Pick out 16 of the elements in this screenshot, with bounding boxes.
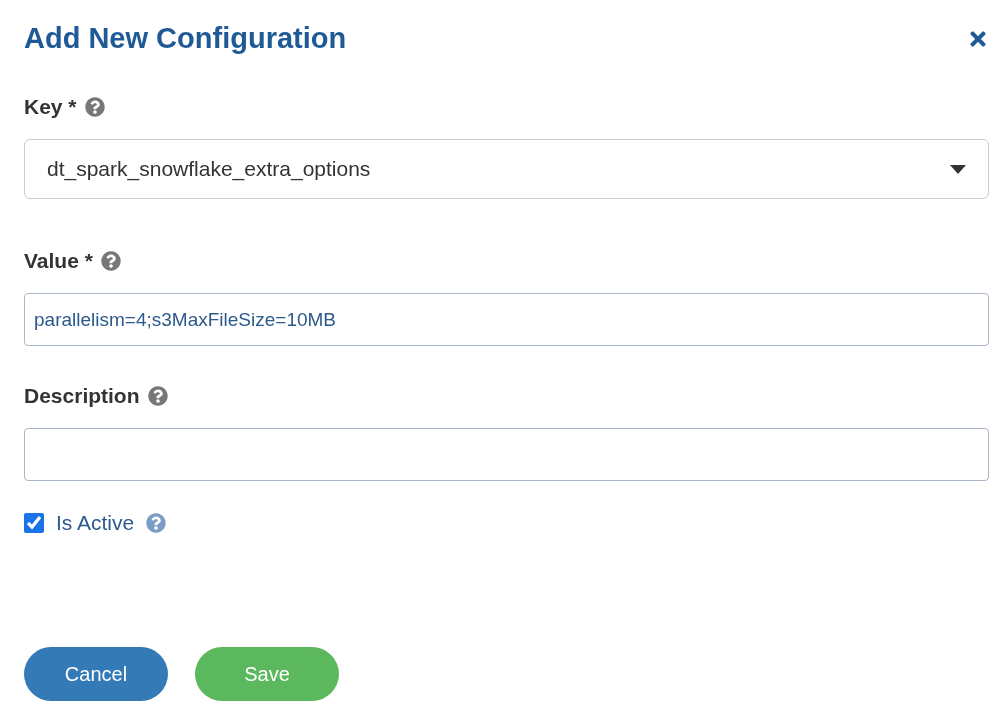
help-icon[interactable] xyxy=(100,251,121,271)
active-checkbox[interactable] xyxy=(24,513,44,533)
field-label: Description xyxy=(24,384,140,408)
dialog-title: Add New Configuration xyxy=(24,22,347,55)
input-field[interactable] xyxy=(24,428,989,481)
help-icon[interactable] xyxy=(84,97,105,117)
select-value: dt_spark_snowflake_extra_options xyxy=(47,157,371,181)
caret-icon xyxy=(950,164,966,174)
input-field[interactable]: parallelism=4;s3MaxFileSize=10MB xyxy=(24,293,989,346)
checkbox-label: Is Active xyxy=(56,511,135,535)
key-select[interactable]: dt_spark_snowflake_extra_options xyxy=(24,139,989,199)
field-label: Value * xyxy=(24,249,93,273)
help-icon[interactable] xyxy=(146,513,167,533)
help-icon[interactable] xyxy=(147,386,168,406)
field-label: Key * xyxy=(24,95,77,119)
cancel-button[interactable]: Cancel xyxy=(24,647,168,701)
